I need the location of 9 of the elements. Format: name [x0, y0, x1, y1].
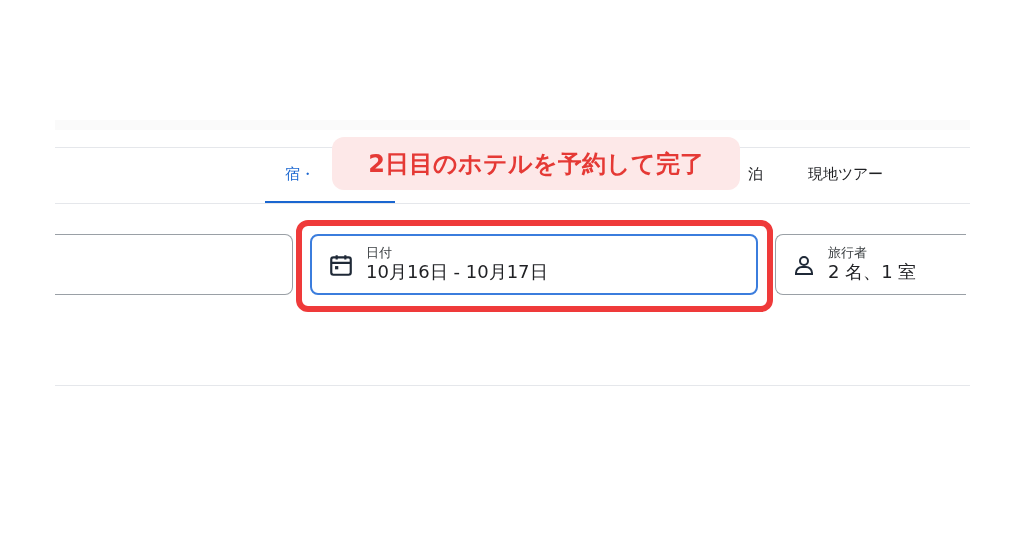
- destination-field[interactable]: [55, 234, 293, 295]
- date-field[interactable]: 日付 10月16日 - 10月17日: [310, 234, 758, 295]
- field-label: 日付: [366, 245, 393, 262]
- annotation-tooltip: 2日目のホテルを予約して完了: [332, 137, 740, 190]
- field-value: 2 名、1 室: [828, 261, 917, 284]
- field-value: 10月16日 - 10月17日: [366, 261, 548, 284]
- tab[interactable]: 現地ツアー: [795, 148, 895, 203]
- field-label: 旅行者: [828, 245, 868, 262]
- travelers-field[interactable]: 旅行者 2 名、1 室: [775, 234, 966, 295]
